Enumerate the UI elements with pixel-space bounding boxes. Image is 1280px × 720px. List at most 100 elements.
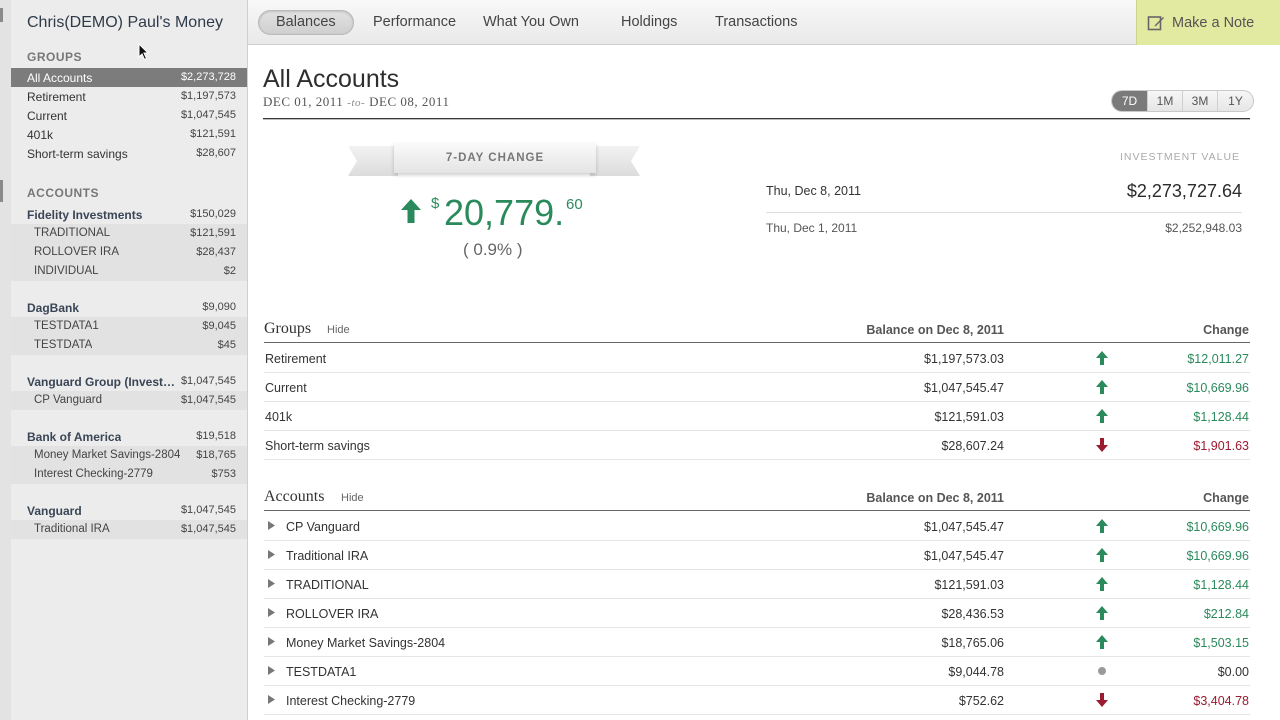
- row-balance: $752.62: [958, 694, 1004, 708]
- row-balance: $1,047,545.47: [924, 381, 1004, 395]
- expand-triangle-icon[interactable]: [268, 550, 275, 559]
- change-percent: ( 0.9% ): [463, 240, 523, 259]
- sidebar-account-testdata[interactable]: TESTDATA $45: [11, 336, 247, 355]
- accounts-section-label: ACCOUNTS: [27, 186, 99, 200]
- sidebar-group-all-accounts[interactable]: All Accounts $2,273,728: [11, 68, 247, 87]
- sidebar-group-short-term-savings[interactable]: Short-term savings $28,607: [11, 144, 247, 163]
- tab-transactions[interactable]: Transactions: [715, 10, 797, 35]
- change-amount: 20,779.: [444, 192, 565, 233]
- change-ribbon: 7-DAY CHANGE: [394, 143, 596, 173]
- sidebar-institution-fidelity[interactable]: Fidelity Investments $150,029: [11, 205, 247, 224]
- sidebar-group-current[interactable]: Current $1,047,545: [11, 106, 247, 125]
- investment-date: Thu, Dec 8, 2011: [766, 184, 861, 198]
- row-change: $10,669.96: [1186, 381, 1249, 395]
- table-row[interactable]: Traditional IRA $1,047,545.47 $10,669.96: [264, 541, 1250, 570]
- table-row[interactable]: TESTDATA1 $9,044.78 $0.00: [264, 657, 1250, 686]
- row-balance: $18,765.06: [941, 636, 1004, 650]
- accounts-hide-link[interactable]: Hide: [341, 492, 364, 504]
- row-change: $10,669.96: [1186, 520, 1249, 534]
- header-divider: [263, 118, 1250, 120]
- sidebar-edge: [0, 0, 11, 720]
- row-balance: $1,047,545.47: [924, 549, 1004, 563]
- expand-triangle-icon[interactable]: [268, 608, 275, 617]
- range-1y-button[interactable]: 1Y: [1218, 91, 1253, 111]
- sidebar-group-401k[interactable]: 401k $121,591: [11, 125, 247, 144]
- table-row[interactable]: Short-term savings $28,607.24 $1,901.63: [264, 431, 1250, 460]
- up-arrow-icon: [1096, 409, 1108, 423]
- investment-value-label: INVESTMENT VALUE: [1120, 151, 1241, 163]
- accounts-table-title: Accounts: [264, 488, 325, 505]
- up-arrow-icon: [401, 199, 421, 223]
- down-arrow-icon: [1096, 438, 1108, 452]
- row-balance: $28,436.53: [941, 607, 1004, 621]
- groups-hide-link[interactable]: Hide: [327, 324, 350, 336]
- make-a-note-label: Make a Note: [1172, 15, 1255, 31]
- tab-what-you-own[interactable]: What You Own: [483, 10, 579, 35]
- row-change: $3,404.78: [1193, 694, 1249, 708]
- sidebar-account-individual[interactable]: INDIVIDUAL $2: [11, 262, 247, 281]
- row-change: $1,503.15: [1193, 636, 1249, 650]
- sidebar-institution-bank-of-america[interactable]: Bank of America $19,518: [11, 427, 247, 446]
- row-change: $1,901.63: [1193, 439, 1249, 453]
- expand-triangle-icon[interactable]: [268, 579, 275, 588]
- mouse-cursor-icon: [138, 43, 150, 61]
- up-arrow-icon: [1096, 577, 1108, 591]
- range-7d-button[interactable]: 7D: [1112, 91, 1148, 111]
- range-3m-button[interactable]: 3M: [1183, 91, 1218, 111]
- sidebar-account-traditional-ira[interactable]: Traditional IRA $1,047,545: [11, 520, 247, 539]
- investment-date: Thu, Dec 1, 2011: [766, 221, 858, 235]
- table-row[interactable]: Current $1,047,545.47 $10,669.96: [264, 373, 1250, 402]
- table-row[interactable]: TRADITIONAL $121,591.03 $1,128.44: [264, 570, 1250, 599]
- sidebar-account-money-market[interactable]: Money Market Savings-2804 $18,765: [11, 446, 247, 465]
- pencil-note-icon: [1147, 16, 1164, 31]
- no-change-dot-icon: [1098, 667, 1106, 675]
- sidebar-account-cp-vanguard[interactable]: CP Vanguard $1,047,545: [11, 391, 247, 410]
- row-name: 401k: [265, 410, 293, 424]
- date-to: DEC 08, 2011: [369, 94, 450, 109]
- sidebar-institution-vanguard-group[interactable]: Vanguard Group (Investments)$1,047,545: [11, 372, 247, 391]
- range-1m-button[interactable]: 1M: [1148, 91, 1183, 111]
- sidebar-account-interest-checking[interactable]: Interest Checking-2779 $753: [11, 465, 247, 484]
- page-title: All Accounts: [263, 65, 400, 93]
- up-arrow-icon: [1096, 519, 1108, 533]
- row-name: Retirement: [265, 352, 327, 366]
- tab-performance[interactable]: Performance: [373, 10, 456, 35]
- row-change: $10,669.96: [1186, 549, 1249, 563]
- table-row[interactable]: CP Vanguard $1,047,545.47 $10,669.96: [264, 512, 1250, 541]
- up-arrow-icon: [1096, 548, 1108, 562]
- date-from: DEC 01, 2011: [263, 94, 344, 109]
- sidebar-group-retirement[interactable]: Retirement $1,197,573: [11, 87, 247, 106]
- row-name: Current: [265, 381, 307, 395]
- date-to-separator: -to-: [347, 97, 366, 109]
- range-selector: 7D 1M 3M 1Y: [1111, 90, 1254, 112]
- tab-balances[interactable]: Balances: [258, 10, 354, 35]
- row-balance: $121,591.03: [934, 578, 1004, 592]
- sidebar: Chris(DEMO) Paul's Money GROUPS All Acco…: [0, 0, 248, 720]
- expand-triangle-icon[interactable]: [268, 521, 275, 530]
- table-row[interactable]: Money Market Savings-2804 $18,765.06 $1,50…: [264, 628, 1250, 657]
- sidebar-institution-dagbank[interactable]: DagBank $9,090: [11, 298, 247, 317]
- row-balance: $28,607.24: [941, 439, 1004, 453]
- make-a-note-button[interactable]: Make a Note: [1136, 0, 1280, 45]
- sidebar-account-testdata1[interactable]: TESTDATA1 $9,045: [11, 317, 247, 336]
- accounts-table-rule: [264, 510, 1250, 511]
- table-row[interactable]: Retirement $1,197,573.03 $12,011.27: [264, 344, 1250, 373]
- ribbon-tail-left: [348, 146, 398, 176]
- ribbon-tail-right: [590, 146, 640, 176]
- sidebar-account-traditional[interactable]: TRADITIONAL $121,591: [11, 224, 247, 243]
- table-row[interactable]: 401k $121,591.03 $1,128.44: [264, 402, 1250, 431]
- expand-triangle-icon[interactable]: [268, 666, 275, 675]
- table-row[interactable]: Interest Checking-2779 $752.62 $3,404.78: [264, 686, 1250, 715]
- up-arrow-icon: [1096, 635, 1108, 649]
- sidebar-account-rollover-ira[interactable]: ROLLOVER IRA $28,437: [11, 243, 247, 262]
- investment-divider: [766, 212, 1242, 213]
- row-balance: $1,197,573.03: [924, 352, 1004, 366]
- table-row[interactable]: ROLLOVER IRA $28,436.53 $212.84: [264, 599, 1250, 628]
- row-name: Short-term savings: [265, 439, 370, 453]
- sidebar-title: Chris(DEMO) Paul's Money: [27, 14, 223, 31]
- row-balance: $121,591.03: [934, 410, 1004, 424]
- expand-triangle-icon[interactable]: [268, 637, 275, 646]
- expand-triangle-icon[interactable]: [268, 695, 275, 704]
- tab-holdings[interactable]: Holdings: [621, 10, 677, 35]
- sidebar-institution-vanguard[interactable]: Vanguard $1,047,545: [11, 501, 247, 520]
